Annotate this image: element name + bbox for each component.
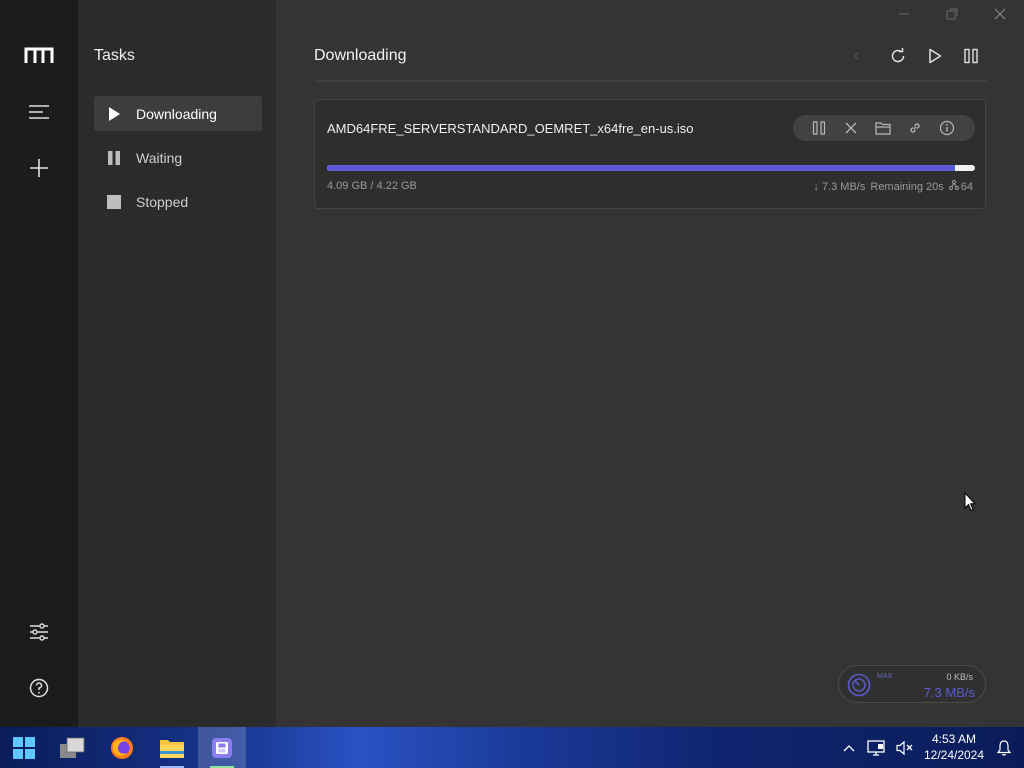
nav-item-label: Waiting [136,149,183,166]
upload-speed: 0 KB/s [946,672,973,682]
panel-title: Tasks [94,47,135,64]
file-explorer-icon[interactable] [148,727,196,768]
folder-icon[interactable] [875,120,891,136]
firefox-icon[interactable] [98,727,146,768]
motrix-taskbar-icon[interactable] [198,727,246,768]
tasks-panel: Tasks Downloading Waiting Stopped [78,0,276,727]
volume-muted-icon[interactable] [896,739,914,757]
help-circle-icon[interactable] [24,673,54,703]
sliders-icon[interactable] [24,617,54,647]
task-toolbar [793,115,975,141]
task-connections: 64 [960,180,973,193]
chevron-up-icon[interactable] [840,739,858,757]
refresh-icon[interactable] [889,47,907,65]
header-divider [314,80,987,82]
windows-start-icon[interactable] [0,727,48,768]
nav-item-label: Downloading [136,105,217,122]
system-clock[interactable]: 4:53 AM 12/24/2024 [920,731,988,763]
speedometer-icon [847,673,871,697]
hamburger-icon[interactable] [24,97,54,127]
nav-item-downloading[interactable]: Downloading [94,96,262,131]
pause-icon[interactable] [811,120,827,136]
link-icon[interactable] [907,120,923,136]
chevron-left-icon[interactable] [852,47,862,65]
task-name: AMD64FRE_SERVERSTANDARD_OEMRET_x64fre_en… [327,121,694,136]
minimize-icon[interactable] [896,6,912,22]
speed-max-label: MAX [877,673,893,680]
resume-all-icon[interactable] [926,47,944,65]
clock-time: 4:53 AM [931,732,977,746]
info-icon[interactable] [939,120,955,136]
plus-icon[interactable] [24,153,54,183]
download-speed: 7.3 MB/s [923,685,975,700]
nav-item-stopped[interactable]: Stopped [94,184,262,219]
pause-icon [107,150,121,165]
motrix-logo-icon[interactable] [24,41,54,71]
progress-bar [327,165,975,171]
speed-meter[interactable]: MAX 0 KB/s 7.3 MB/s [838,665,986,703]
close-window-icon[interactable] [992,6,1008,22]
network-icon[interactable] [867,739,885,757]
nav-item-waiting[interactable]: Waiting [94,140,262,175]
close-icon[interactable] [843,120,859,136]
nav-item-label: Stopped [136,193,189,210]
mouse-cursor-icon [964,491,977,517]
pause-all-icon[interactable] [962,47,980,65]
task-speed: ↓ 7.3 MB/s [813,180,866,193]
play-icon [107,106,121,121]
connections-icon [948,180,959,193]
icon-rail [0,0,78,727]
progress-fill [327,165,955,171]
page-title: Downloading [314,47,407,64]
task-remaining: Remaining 20s [870,180,944,193]
main-area: Downloading AMD64FRE_SERVERSTANDARD_OEMR… [276,0,1024,727]
stop-icon [107,194,121,209]
task-size: 4.09 GB / 4.22 GB [327,180,417,192]
clock-date: 12/24/2024 [923,748,985,762]
maximize-icon[interactable] [944,6,960,22]
notification-bell-icon[interactable] [995,739,1013,757]
task-card[interactable]: AMD64FRE_SERVERSTANDARD_OEMRET_x64fre_en… [314,99,986,209]
task-meta: ↓ 7.3 MB/s Remaining 20s 64 [813,180,973,193]
taskbar: 4:53 AM 12/24/2024 [0,727,1024,768]
task-view-icon[interactable] [48,727,96,768]
